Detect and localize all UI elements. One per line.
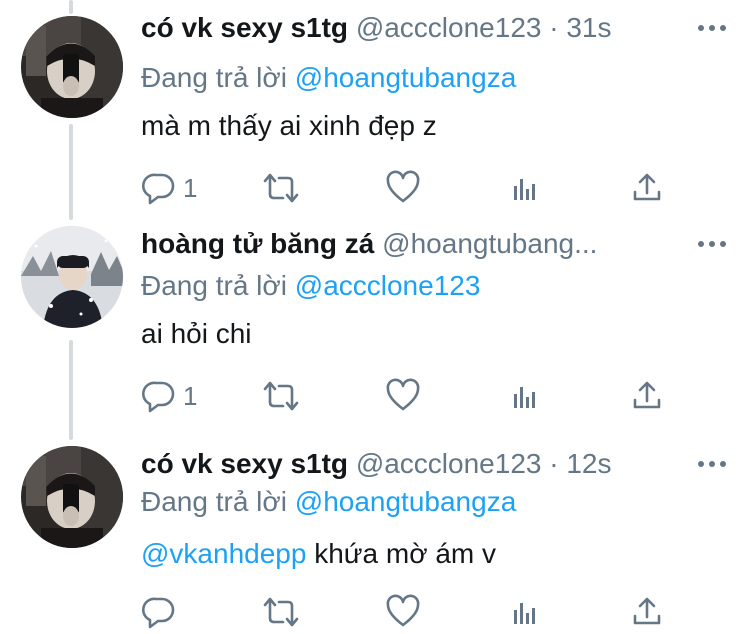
analytics-icon [514,179,535,200]
reply-count: 1 [183,173,198,203]
tweet[interactable]: có vk sexy s1tg @accclone123 · 12s Đang … [0,446,750,634]
more-button[interactable] [696,10,728,46]
analytics-button[interactable] [507,376,543,416]
user-handle[interactable]: @accclone123 [356,12,542,43]
replying-to: Đang trả lời @hoangtubangza [141,484,516,520]
replying-to-label: Đang trả lời [141,270,287,301]
heart-icon [386,170,420,203]
text-body: ai hỏi chi [141,318,252,349]
tweet-text: @vkanhdepp khứa mờ ám v [141,536,496,572]
action-bar [141,592,701,632]
retweet-icon [263,173,299,203]
more-icon [698,461,726,467]
retweet-button[interactable] [261,376,301,416]
mirror-selfie-photo [21,446,123,548]
retweet-button[interactable] [261,592,301,632]
avatar[interactable] [21,226,123,328]
reply-icon [141,597,175,629]
avatar[interactable] [21,446,123,548]
tweet[interactable]: hoàng tử băng zá @hoangtubang... Đang tr… [0,226,750,426]
share-button[interactable] [629,168,665,208]
text-body: mà m thấy ai xinh đẹp z [141,110,437,141]
analytics-icon [514,387,535,408]
snow-portrait-photo [21,226,123,328]
like-button[interactable] [385,168,421,208]
share-icon [633,381,661,409]
share-button[interactable] [629,376,665,416]
tweet-header: có vk sexy s1tg @accclone123 · 31s [141,10,660,46]
text-body: khứa mờ ám v [306,538,497,569]
separator-dot: · [549,12,559,43]
timestamp[interactable]: 12s [566,448,611,479]
replying-to-mention[interactable]: @accclone123 [295,270,481,301]
reply-count: 1 [183,381,198,411]
tweet-text: mà m thấy ai xinh đẹp z [141,108,437,144]
share-icon [633,597,661,625]
separator-dot: · [549,448,559,479]
more-icon [698,241,726,247]
action-bar: 1 [141,168,701,208]
replying-to-label: Đang trả lời [141,486,287,517]
more-icon [698,25,726,31]
share-icon [633,173,661,201]
reply-icon [141,381,175,413]
reply-icon [141,173,175,205]
tweet-text: ai hỏi chi [141,316,252,352]
like-button[interactable] [385,376,421,416]
analytics-icon [514,603,535,624]
heart-icon [386,378,420,411]
replying-to-mention[interactable]: @hoangtubangza [295,486,517,517]
mirror-selfie-photo [21,16,123,118]
user-handle[interactable]: @accclone123 [356,448,542,479]
like-button[interactable] [385,592,421,632]
display-name[interactable]: có vk sexy s1tg [141,448,348,479]
share-button[interactable] [629,592,665,632]
text-mention[interactable]: @vkanhdepp [141,538,306,569]
avatar[interactable] [21,16,123,118]
action-bar: 1 [141,376,701,416]
analytics-button[interactable] [507,592,543,632]
replying-to-label: Đang trả lời [141,62,287,93]
timestamp[interactable]: 31s [566,12,611,43]
reply-button[interactable]: 1 [141,376,197,416]
user-handle[interactable]: @hoangtubang... [382,228,597,259]
reply-button[interactable] [141,592,183,632]
tweet-header: hoàng tử băng zá @hoangtubang... [141,226,660,262]
more-button[interactable] [696,446,728,482]
retweet-button[interactable] [261,168,301,208]
more-button[interactable] [696,226,728,262]
replying-to-mention[interactable]: @hoangtubangza [295,62,517,93]
tweet[interactable]: có vk sexy s1tg @accclone123 · 31s Đang … [0,10,750,210]
display-name[interactable]: có vk sexy s1tg [141,12,348,43]
replying-to: Đang trả lời @accclone123 [141,268,480,304]
display-name[interactable]: hoàng tử băng zá [141,228,374,259]
analytics-button[interactable] [507,168,543,208]
tweet-header: có vk sexy s1tg @accclone123 · 12s [141,446,660,482]
reply-button[interactable]: 1 [141,168,197,208]
replying-to: Đang trả lời @hoangtubangza [141,60,516,96]
retweet-icon [263,597,299,627]
heart-icon [386,594,420,627]
retweet-icon [263,381,299,411]
